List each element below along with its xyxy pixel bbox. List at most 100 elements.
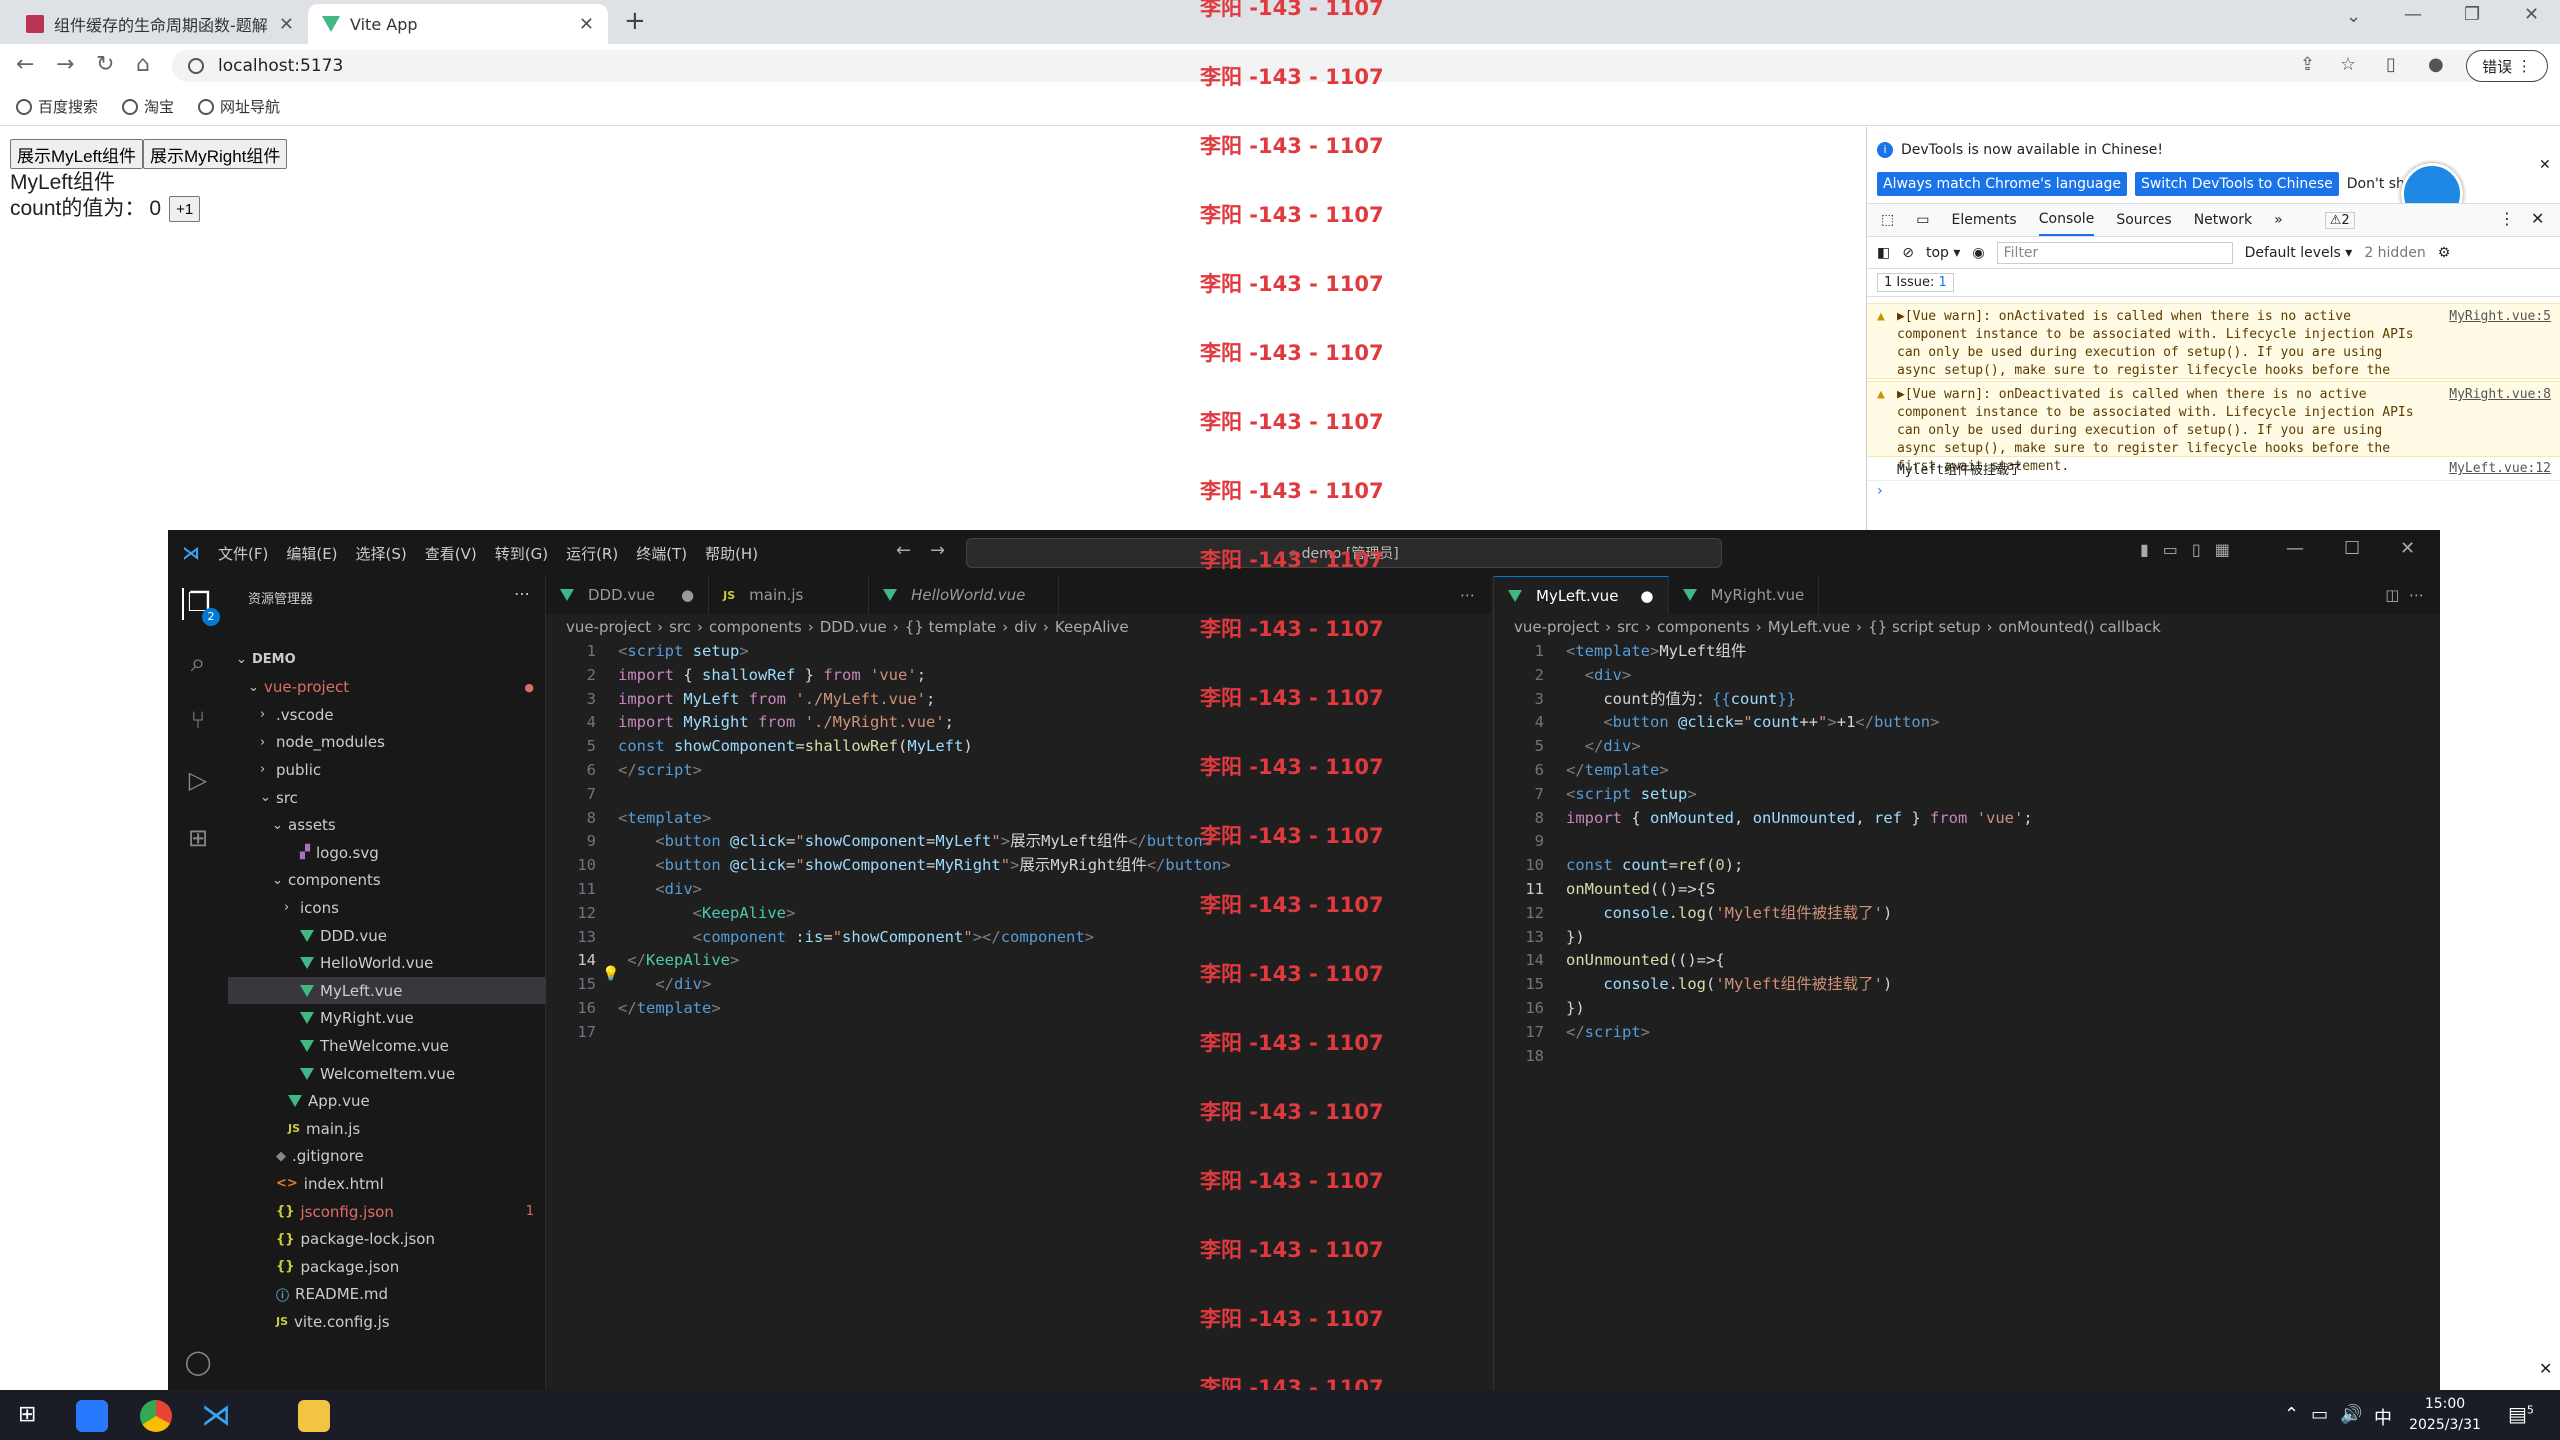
context-select[interactable]: top ▾ [1926,245,1960,261]
profile-error-button[interactable]: 错误 ⋮ [2466,50,2548,82]
tree-item[interactable]: ⓘ README.md [228,1281,546,1308]
tab-sources[interactable]: Sources [2116,212,2171,228]
increment-button[interactable]: +1 [169,196,201,222]
tree-item[interactable]: MyRight.vue [228,1005,546,1032]
bookmark-baidu[interactable]: 百度搜索 [16,96,98,117]
tree-item[interactable]: JS vite.config.js [228,1308,546,1335]
reload-icon[interactable]: ↻ [96,52,114,77]
share-icon[interactable]: ⇪ [2300,54,2315,75]
console-filter-input[interactable]: Filter [1996,241,2233,264]
log-source-link[interactable]: MyLeft.vue:12 [2449,461,2551,476]
tab-search-icon[interactable]: ⌄ [2346,6,2361,27]
tree-item[interactable]: WelcomeItem.vue [228,1060,546,1087]
profile-icon[interactable]: ● [2428,54,2444,75]
tray-icons[interactable]: ⌃▭🔊 [2284,1404,2375,1425]
tree-item[interactable]: ▞ logo.svg [228,839,546,866]
windows-start-icon[interactable]: ⊞ [18,1404,40,1426]
code-editor[interactable]: 1 <script setup> 2 import { shallowRef } f… [546,640,1230,1045]
eye-icon[interactable]: ◉ [1972,245,1984,261]
tree-item[interactable]: ◆ .gitignore [228,1143,546,1170]
restore-icon[interactable]: ❐ [2464,4,2480,25]
tree-item[interactable]: TheWelcome.vue [228,1032,546,1059]
home-icon[interactable]: ⌂ [136,52,150,77]
tree-item[interactable]: › icons [228,894,546,921]
clear-console-icon[interactable]: ⊘ [1902,245,1914,261]
menu-go[interactable]: 转到(G) [495,543,548,564]
breadcrumb-item[interactable]: {} script setup [1868,618,1980,636]
app-bird-icon[interactable] [76,1400,108,1432]
omnibox[interactable]: localhost:5173 [172,50,2502,82]
star-icon[interactable]: ☆ [2340,54,2356,75]
vscode-taskbar-icon[interactable]: ⋊ [200,1400,232,1432]
minimize-icon[interactable]: — [2404,4,2422,25]
menu-help[interactable]: 帮助(H) [705,543,758,564]
nav-back-icon[interactable]: ← [896,540,911,561]
menu-run[interactable]: 运行(R) [566,543,618,564]
tree-item[interactable]: MyLeft.vue [228,977,546,1005]
tree-item[interactable]: ⌄ DEMO [228,646,546,673]
breadcrumb-item[interactable]: components [709,618,802,636]
tab-network[interactable]: Network [2194,212,2252,228]
search-icon[interactable]: ⌕ [182,648,214,680]
unsaved-dot-icon[interactable]: ● [1640,587,1653,605]
breadcrumb-item[interactable]: DDD.vue [820,618,887,636]
close-icon[interactable]: ✕ [579,14,594,35]
tree-item[interactable]: {} package-lock.json [228,1226,546,1253]
tab-main-js[interactable]: JS main.js [709,576,870,614]
tree-item[interactable]: JS main.js [228,1115,546,1142]
tab-ddd-vue[interactable]: DDD.vue ● [546,576,710,614]
taskbar-clock[interactable]: 15:00 2025/3/31 [2390,1394,2500,1438]
forward-icon[interactable]: → [56,52,74,77]
menu-selection[interactable]: 选择(S) [356,543,407,564]
chrome-icon[interactable] [140,1400,172,1432]
unsaved-dot-icon[interactable]: ● [681,586,694,604]
match-language-button[interactable]: Always match Chrome's language [1877,172,2127,196]
tab-myright-vue[interactable]: MyRight.vue [1669,576,1820,614]
breadcrumb-item[interactable]: MyLeft.vue [1768,618,1850,636]
tree-item[interactable]: › node_modules [228,729,546,756]
tree-item[interactable]: ⌄ vue-project ● [228,674,546,701]
breadcrumb-item[interactable]: onMounted() callback [1999,618,2161,636]
notification-icon[interactable]: ▤5 [2508,1402,2534,1426]
breadcrumb-item[interactable]: components [1657,618,1750,636]
breadcrumb-item[interactable]: src [669,618,691,636]
tab-console[interactable]: Console [2038,204,2095,236]
browser-tab[interactable]: 组件缓存的生命周期函数-题解 ✕ [12,4,308,44]
menu-edit[interactable]: 编辑(E) [286,543,337,564]
tree-item[interactable]: {} jsconfig.json 1 [228,1198,546,1225]
nav-forward-icon[interactable]: → [930,540,945,561]
file-explorer-icon[interactable] [298,1400,330,1432]
device-icon[interactable]: ▭ [1916,212,1929,228]
show-myleft-button[interactable]: 展示MyLeft组件 [10,139,144,169]
tree-item[interactable]: › .vscode [228,701,546,728]
menu-file[interactable]: 文件(F) [218,543,268,564]
breadcrumb-item[interactable]: {} template [905,618,997,636]
inspect-icon[interactable]: ⬚ [1881,212,1894,228]
browser-tab-active[interactable]: Vite App ✕ [308,4,608,44]
close-drawer-icon[interactable]: ✕ [2539,1359,2552,1378]
show-myright-button[interactable]: 展示MyRight组件 [143,139,288,169]
breadcrumb-item[interactable]: vue-project [1514,618,1599,636]
console-prompt[interactable]: › [1867,483,2560,505]
back-icon[interactable]: ← [16,52,34,77]
tree-item[interactable]: {} package.json [228,1253,546,1280]
tree-item[interactable]: › public [228,756,546,783]
issues-button[interactable]: 1 Issue: 1 [1877,273,1954,292]
breadcrumb-item[interactable]: vue-project [566,618,651,636]
kebab-icon[interactable]: ⋮ [2499,209,2515,228]
command-center[interactable]: ⌕ demo [管理员] [966,538,1722,568]
sidepanel-icon[interactable]: ▯ [2386,54,2396,75]
source-control-icon[interactable]: ⑂ [182,706,214,738]
code-editor[interactable]: 1 <template>MyLeft组件 2 <div> 3 count的值为：{… [1494,640,2032,1068]
tree-item[interactable]: ⌄ components [228,867,546,894]
menu-view[interactable]: 查看(V) [425,543,477,564]
menu-terminal[interactable]: 终端(T) [636,543,687,564]
breadcrumb-item[interactable]: src [1617,618,1639,636]
extensions-icon[interactable]: ⊞ [182,824,214,856]
layout-icons[interactable]: ▮▭▯▦ [2140,540,2244,559]
tree-item[interactable]: ⌄ src [228,784,546,811]
close-devtools-icon[interactable]: ✕ [2531,209,2544,228]
breadcrumb-item[interactable]: div [1014,618,1037,636]
more-tabs-icon[interactable]: » [2274,212,2283,228]
minimize-icon[interactable]: — [2286,538,2304,559]
